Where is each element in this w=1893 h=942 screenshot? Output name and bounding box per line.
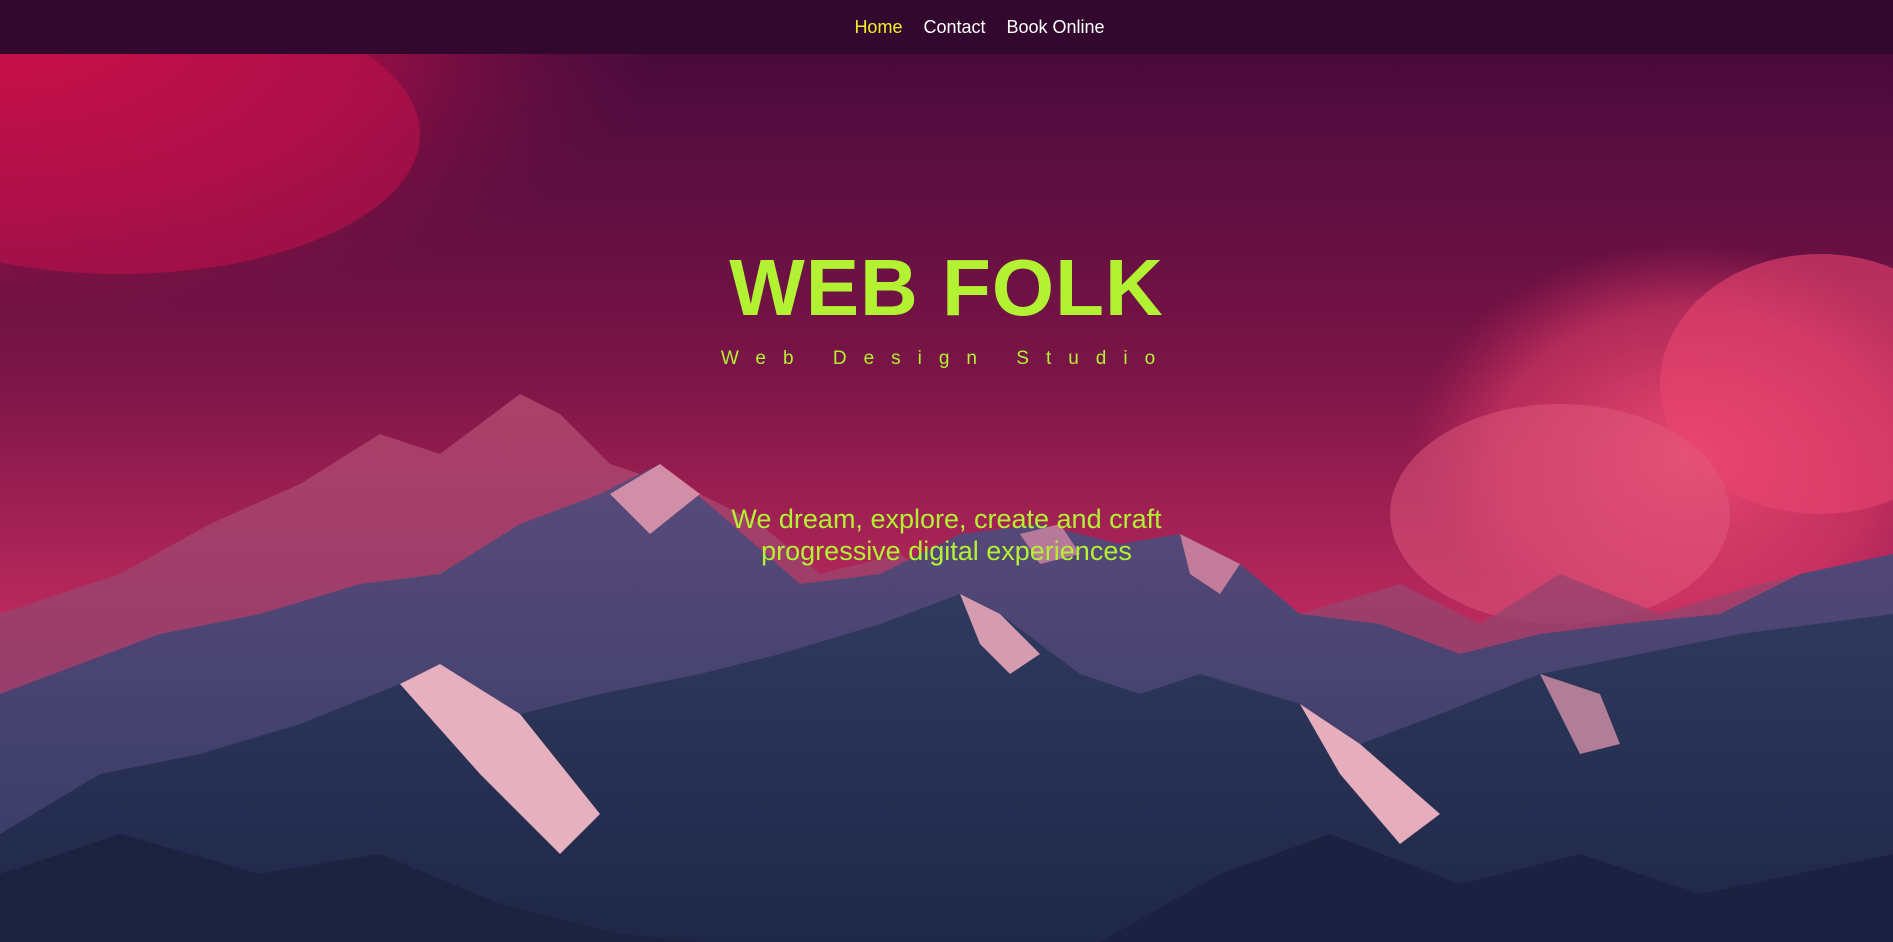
hero-title: WEB FOLK [729,243,1164,332]
hero-subtitle: Web Design Studio [720,348,1173,369]
hero-background-image [0,54,1893,942]
nav-item-contact: Contact [923,17,985,38]
page: Home Contact Book Online WEB FOLK Web De… [0,0,1893,942]
nav-link-contact[interactable]: Contact [923,17,985,37]
hero-tagline-line-2: progressive digital experiences [761,536,1132,566]
top-navbar: Home Contact Book Online [0,0,1893,54]
hero-tagline: We dream, explore, create and craft prog… [0,503,1893,567]
nav-link-home[interactable]: Home [854,17,902,37]
nav-item-home: Home [854,17,902,38]
nav-item-book-online: Book Online [1007,17,1105,38]
nav-list: Home Contact Book Online [854,17,1104,38]
nav-link-book-online[interactable]: Book Online [1007,17,1105,37]
hero-tagline-line-1: We dream, explore, create and craft [731,504,1162,534]
